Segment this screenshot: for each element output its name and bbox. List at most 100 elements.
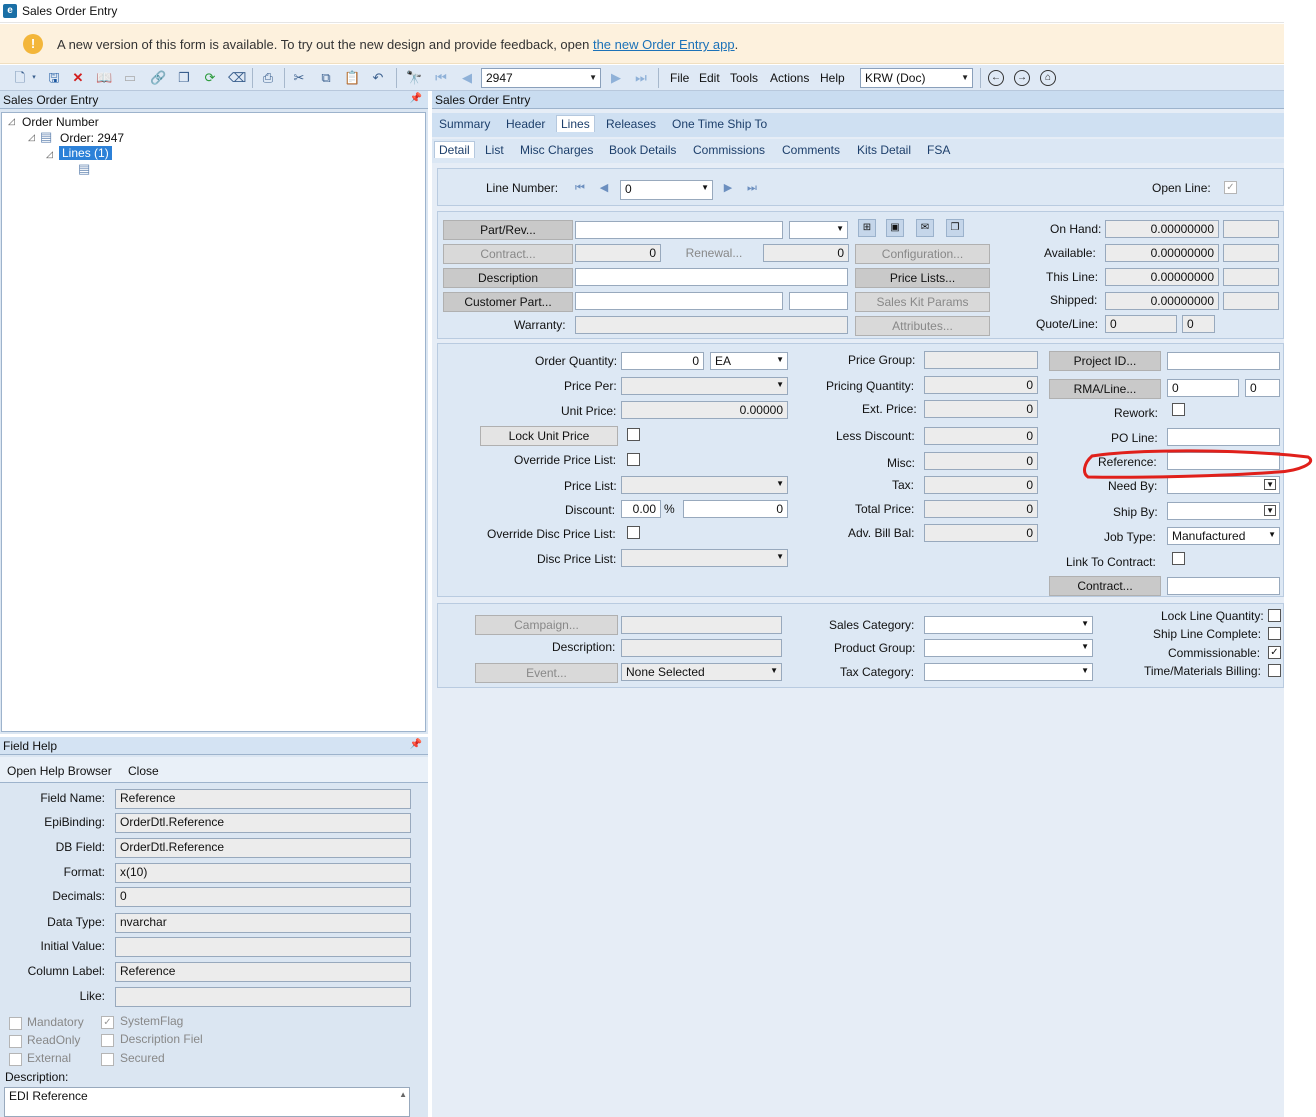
first-record-icon[interactable]: ⏮ <box>433 70 449 86</box>
delete-icon[interactable]: ✕ <box>70 70 86 86</box>
next-record-icon[interactable]: ▶ <box>608 70 624 86</box>
rma-line-input[interactable]: 0 <box>1245 379 1280 397</box>
book-icon[interactable]: 📖 <box>96 70 112 86</box>
secured-checkbox[interactable] <box>101 1053 114 1066</box>
rma-line-button[interactable]: RMA/Line... <box>1049 379 1161 399</box>
home-icon[interactable]: ⌂ <box>1040 70 1056 86</box>
open-help-browser-button[interactable]: Open Help Browser <box>7 764 112 778</box>
menu-edit[interactable]: Edit <box>699 71 720 85</box>
override-disc-price-list-checkbox[interactable] <box>627 526 640 539</box>
menu-actions[interactable]: Actions <box>770 71 809 85</box>
tree-root[interactable]: Order Number <box>22 115 99 129</box>
open-line-checkbox[interactable]: ✓ <box>1224 181 1237 194</box>
currency-combo[interactable]: KRW (Doc) ▼ <box>860 68 973 88</box>
ship-by-date[interactable]: ▼ <box>1167 502 1280 520</box>
lock-unit-price-button[interactable]: Lock Unit Price <box>480 426 618 446</box>
menu-tools[interactable]: Tools <box>730 71 758 85</box>
quote-input[interactable]: 0 <box>1105 315 1177 333</box>
customer-part-button[interactable]: Customer Part... <box>443 292 573 312</box>
order-number-combo[interactable]: 2947 ▼ <box>481 68 601 88</box>
back-icon[interactable]: ← <box>988 70 1004 86</box>
project-id-input[interactable] <box>1167 352 1280 370</box>
link-to-contract-checkbox[interactable] <box>1172 552 1185 565</box>
mail-icon[interactable]: ✉ <box>916 219 934 237</box>
menu-file[interactable]: File <box>670 71 689 85</box>
override-price-list-checkbox[interactable] <box>627 453 640 466</box>
search-icon[interactable]: 🔭 <box>406 70 422 86</box>
ship-line-complete-checkbox[interactable] <box>1268 627 1281 640</box>
rma-input[interactable]: 0 <box>1167 379 1239 397</box>
cut-icon[interactable]: ✂ <box>291 70 307 86</box>
contract-input[interactable]: 0 <box>575 244 661 262</box>
commissionable-checkbox[interactable]: ✓ <box>1268 646 1281 659</box>
renewal-input[interactable]: 0 <box>763 244 849 262</box>
next-line-icon[interactable]: ▶ <box>719 179 737 197</box>
lock-unit-price-checkbox[interactable] <box>627 428 640 441</box>
price-per-combo[interactable]: ▼ <box>621 377 788 395</box>
price-group-input[interactable] <box>924 351 1038 369</box>
contract-link-button[interactable]: Contract... <box>1049 576 1161 596</box>
project-id-button[interactable]: Project ID... <box>1049 351 1161 371</box>
event-button[interactable]: Event... <box>475 663 618 683</box>
tab-one-time-ship-to[interactable]: One Time Ship To <box>672 117 767 131</box>
description-button[interactable]: Description <box>443 268 573 288</box>
mandatory-checkbox[interactable] <box>9 1017 22 1030</box>
sales-kit-icon[interactable]: ⊞ <box>858 219 876 237</box>
customer-part-rev-input[interactable] <box>789 292 848 310</box>
paste-icon[interactable]: 📋 <box>344 70 360 86</box>
previous-record-icon[interactable]: ◀ <box>459 70 475 86</box>
customer-part-input[interactable] <box>575 292 783 310</box>
renewal-button[interactable]: Renewal... <box>665 244 763 264</box>
tree-lines-node[interactable]: Lines (1) <box>59 146 112 160</box>
configuration-button[interactable]: Configuration... <box>855 244 990 264</box>
campaign-input[interactable] <box>621 616 782 634</box>
readonly-checkbox[interactable] <box>9 1035 22 1048</box>
lock-line-quantity-checkbox[interactable] <box>1268 609 1281 622</box>
first-line-icon[interactable]: ⏮ <box>571 179 589 197</box>
eraser-icon[interactable]: ⌫ <box>228 70 246 86</box>
part-rev-button[interactable]: Part/Rev... <box>443 220 573 240</box>
copy-icon[interactable]: ⧉ <box>318 70 334 86</box>
product-group-combo[interactable]: ▼ <box>924 639 1093 657</box>
image-icon[interactable]: ▣ <box>886 219 904 237</box>
collapse-icon[interactable]: ◿ <box>28 132 35 143</box>
job-type-combo[interactable]: Manufactured ▼ <box>1167 527 1280 545</box>
sales-kit-params-button[interactable]: Sales Kit Params <box>855 292 990 312</box>
external-checkbox[interactable] <box>9 1053 22 1066</box>
order-quantity-input[interactable]: 0 <box>621 352 704 370</box>
subtab-comments[interactable]: Comments <box>782 143 840 157</box>
calendar-dropdown-icon[interactable]: ▼ <box>1264 505 1276 516</box>
close-button[interactable]: Close <box>128 764 159 778</box>
quote-line-input[interactable]: 0 <box>1182 315 1215 333</box>
subtab-kits-detail[interactable]: Kits Detail <box>857 143 911 157</box>
description-field-checkbox[interactable] <box>101 1034 114 1047</box>
previous-line-icon[interactable]: ◀ <box>595 179 613 197</box>
discount-percent-input[interactable]: 0.00 <box>621 500 661 518</box>
revision-combo[interactable]: ▼ <box>789 221 848 239</box>
line-item-icon[interactable]: ▤ <box>78 161 90 177</box>
clear-icon[interactable]: ▭ <box>122 70 138 86</box>
pin-icon[interactable]: 📌 <box>410 739 422 750</box>
tab-header[interactable]: Header <box>506 117 545 131</box>
scroll-up-icon[interactable]: ▲ <box>399 1090 407 1099</box>
new-order-entry-link[interactable]: the new Order Entry app <box>593 37 735 52</box>
last-line-icon[interactable]: ⏭ <box>743 179 761 197</box>
tab-summary[interactable]: Summary <box>439 117 490 131</box>
description-textarea[interactable]: EDI Reference ▲ <box>4 1087 410 1117</box>
description-input[interactable] <box>575 268 848 286</box>
contract-link-input[interactable] <box>1167 577 1280 595</box>
documents-icon[interactable]: ❐ <box>946 219 964 237</box>
tree-order-node[interactable]: Order: 2947 <box>60 131 124 145</box>
event-combo[interactable]: None Selected ▼ <box>621 663 782 681</box>
po-line-input[interactable] <box>1167 428 1280 446</box>
part-number-input[interactable] <box>575 221 783 239</box>
disc-price-list-combo[interactable]: ▼ <box>621 549 788 567</box>
forward-icon[interactable]: → <box>1014 70 1030 86</box>
time-materials-billing-checkbox[interactable] <box>1268 664 1281 677</box>
print-icon[interactable]: ⎙ <box>260 70 276 86</box>
menu-help[interactable]: Help <box>820 71 845 85</box>
discount-amount-input[interactable]: 0 <box>683 500 788 518</box>
unit-price-input[interactable]: 0.00000 <box>621 401 788 419</box>
sales-category-combo[interactable]: ▼ <box>924 616 1093 634</box>
attributes-button[interactable]: Attributes... <box>855 316 990 336</box>
